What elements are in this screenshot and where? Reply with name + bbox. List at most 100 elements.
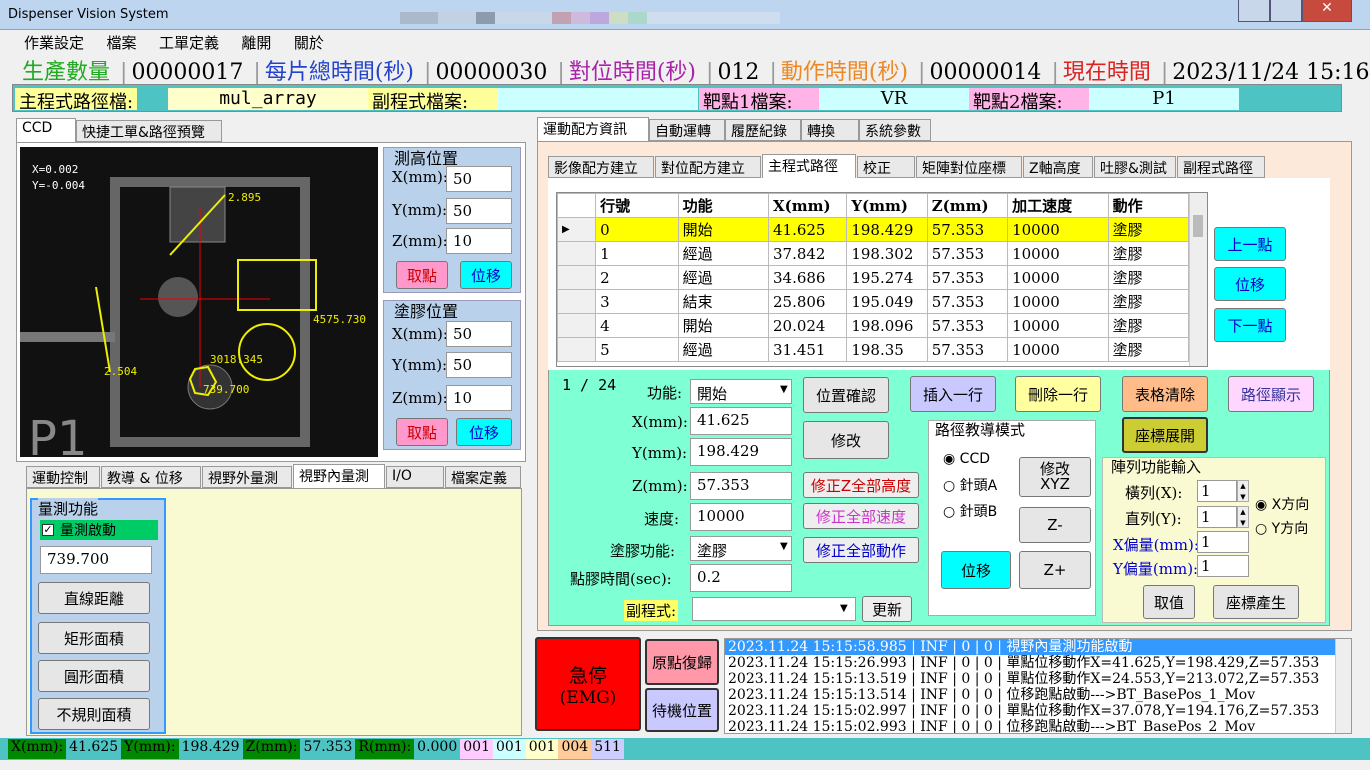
tab-history[interactable]: 履歷紀錄: [725, 119, 801, 141]
subtab-sub-path[interactable]: 副程式路徑: [1177, 156, 1265, 178]
close-button[interactable]: ✕: [1302, 0, 1352, 22]
show-path-button[interactable]: 路徑顯示: [1228, 376, 1314, 412]
subtab-main-path[interactable]: 主程式路徑: [762, 154, 856, 178]
tab-quick-workorder[interactable]: 快捷工單&路徑預覽: [76, 120, 222, 142]
modify-button[interactable]: 修改: [803, 421, 889, 459]
table-row[interactable]: 4 開始 20.024 198.096 57.353 10000 塗膠: [557, 313, 1190, 338]
next-point-button[interactable]: 下一點: [1214, 308, 1286, 342]
z-plus-button[interactable]: Z+: [1019, 551, 1091, 589]
tab-auto-run[interactable]: 自動運轉: [649, 119, 725, 141]
radio-y-direction[interactable]: ○ Y方向: [1255, 518, 1308, 538]
refresh-button[interactable]: 更新: [862, 596, 912, 622]
window-title: Dispenser Vision System: [8, 7, 169, 22]
scrollbar-thumb[interactable]: [1193, 215, 1203, 237]
sub-program-select[interactable]: [692, 597, 856, 621]
confirm-position-button[interactable]: 位置確認: [803, 377, 889, 413]
tab-convert[interactable]: 轉換: [801, 119, 859, 141]
z-input[interactable]: 57.353: [690, 472, 792, 500]
height-take-point-button[interactable]: 取點: [396, 261, 448, 289]
camera-view[interactable]: X=0.002 Y=-0.004 2.895 4575.730 2.504 30…: [20, 147, 378, 457]
menu-settings[interactable]: 作業設定: [24, 34, 84, 52]
clear-table-button[interactable]: 表格清除: [1122, 376, 1208, 412]
radio-x-direction[interactable]: ◉ X方向: [1255, 494, 1309, 514]
x-offset-input[interactable]: 1: [1197, 531, 1249, 553]
tab-teach-move[interactable]: 教導 & 位移: [101, 466, 201, 488]
subtab-calibration[interactable]: 校正: [857, 156, 915, 178]
fix-all-z-button[interactable]: 修正Z全部高度: [803, 472, 919, 498]
menu-about[interactable]: 關於: [294, 34, 324, 52]
line-distance-button[interactable]: 直線距離: [38, 582, 150, 614]
insert-row-button[interactable]: 插入一行: [910, 376, 996, 412]
glue-x-input[interactable]: 50: [446, 321, 512, 347]
get-value-button[interactable]: 取值: [1143, 585, 1195, 619]
x-input[interactable]: 41.625: [690, 407, 792, 435]
menu-exit[interactable]: 離開: [241, 34, 271, 52]
fix-all-speed-button[interactable]: 修正全部速度: [803, 503, 919, 529]
radio-needle-b[interactable]: ○ 針頭B: [943, 501, 997, 521]
subtab-z-height[interactable]: Z軸高度: [1023, 156, 1093, 178]
speed-input[interactable]: 10000: [690, 503, 792, 531]
dispense-time-input[interactable]: 0.2: [690, 564, 792, 592]
table-row[interactable]: 1 經過 37.842 198.302 57.353 10000 塗膠: [557, 241, 1190, 266]
table-row[interactable]: 5 經過 31.451 198.35 57.353 10000 塗膠: [557, 337, 1190, 362]
subtab-matrix-coords[interactable]: 矩陣對位座標: [916, 156, 1022, 178]
irregular-area-button[interactable]: 不規則面積: [38, 698, 150, 730]
subtab-align-recipe[interactable]: 對位配方建立: [655, 156, 761, 178]
modify-xyz-button[interactable]: 修改 XYZ: [1019, 457, 1091, 497]
generate-coords-button[interactable]: 座標產生: [1213, 585, 1299, 619]
subtab-dispense-test[interactable]: 吐膠&測試: [1094, 156, 1176, 178]
path-grid[interactable]: 行號 功能 X(mm) Y(mm) Z(mm) 加工速度 動作 ▶ 0 開始 41.625 198.…: [556, 192, 1208, 367]
move-point-button[interactable]: 位移: [1214, 267, 1286, 301]
glue-z-input[interactable]: 10: [446, 385, 512, 411]
z-minus-button[interactable]: Z-: [1019, 507, 1091, 543]
array-rows-input[interactable]: 1: [1197, 506, 1237, 528]
subtab-image-recipe[interactable]: 影像配方建立: [548, 156, 654, 178]
standby-position-button[interactable]: 待機位置: [645, 688, 719, 732]
glue-function-select[interactable]: 塗膠: [690, 536, 792, 561]
maximize-button[interactable]: [1270, 0, 1302, 22]
array-cols-input[interactable]: 1: [1197, 480, 1237, 502]
glue-move-button[interactable]: 位移: [456, 418, 512, 446]
delete-row-button[interactable]: 刪除一行: [1015, 376, 1101, 412]
rectangle-area-button[interactable]: 矩形面積: [38, 622, 150, 654]
tab-file-definition[interactable]: 檔案定義: [445, 466, 521, 488]
tab-inside-measure[interactable]: 視野內量測: [293, 464, 385, 488]
teach-move-button[interactable]: 位移: [941, 551, 1011, 589]
table-row[interactable]: 3 結束 25.806 195.049 57.353 10000 塗膠: [557, 289, 1190, 314]
height-y-input[interactable]: 50: [446, 198, 512, 224]
table-row[interactable]: 2 經過 34.686 195.274 57.353 10000 塗膠: [557, 265, 1190, 290]
circle-area-button[interactable]: 圓形面積: [38, 660, 150, 692]
y-offset-input[interactable]: 1: [1197, 555, 1249, 577]
tab-motion-control[interactable]: 運動控制: [26, 466, 100, 488]
previous-point-button[interactable]: 上一點: [1214, 227, 1286, 261]
tab-outside-measure[interactable]: 視野外量測: [202, 466, 292, 488]
function-select[interactable]: 開始: [690, 379, 792, 404]
grid-scrollbar[interactable]: [1189, 193, 1207, 366]
height-z-input[interactable]: 10: [446, 228, 512, 254]
tab-system-params[interactable]: 系統參數: [859, 119, 931, 141]
menu-file[interactable]: 檔案: [106, 34, 136, 52]
tab-ccd[interactable]: CCD: [16, 118, 76, 142]
y-input[interactable]: 198.429: [690, 438, 792, 466]
height-x-input[interactable]: 50: [446, 166, 512, 192]
radio-needle-a[interactable]: ○ 針頭A: [943, 475, 997, 495]
cols-spinner-icon[interactable]: ▲ ▼: [1237, 480, 1249, 502]
minimize-button[interactable]: [1238, 0, 1270, 22]
tab-motion-recipe[interactable]: 運動配方資訊: [537, 117, 649, 141]
measure-value-field[interactable]: 739.700: [40, 546, 152, 574]
measure-enable-checkbox[interactable]: ✓ 量測啟動: [40, 520, 158, 540]
glue-take-point-button[interactable]: 取點: [396, 418, 448, 446]
table-row[interactable]: ▶ 0 開始 41.625 198.429 57.353 10000 塗膠: [557, 217, 1190, 242]
log-scrollbar[interactable]: [1335, 639, 1351, 733]
emergency-stop-button[interactable]: 急停 (EMG): [535, 637, 641, 731]
menu-workorder[interactable]: 工單定義: [159, 34, 219, 52]
tab-io[interactable]: I/O: [386, 466, 444, 488]
home-return-button[interactable]: 原點復歸: [645, 639, 719, 685]
height-move-button[interactable]: 位移: [460, 261, 512, 289]
glue-y-input[interactable]: 50: [446, 352, 512, 378]
rows-spinner-icon[interactable]: ▲ ▼: [1237, 506, 1249, 528]
fix-all-action-button[interactable]: 修正全部動作: [803, 537, 919, 563]
expand-coords-button[interactable]: 座標展開: [1122, 417, 1208, 453]
radio-ccd[interactable]: ◉ CCD: [943, 451, 990, 467]
event-log[interactable]: 2023.11.24 15:15:58.985 | INF | 0 | 0 | …: [724, 638, 1352, 734]
